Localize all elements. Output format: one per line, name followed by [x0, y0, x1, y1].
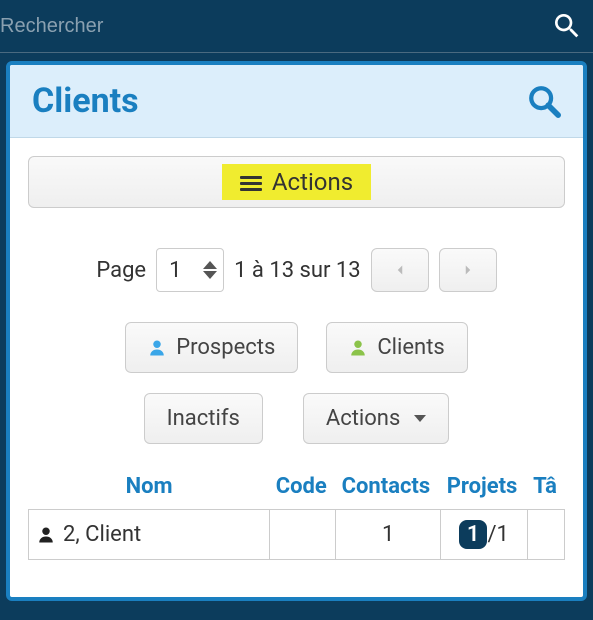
pagination-row: Page 1 1 à 13 sur 13 — [28, 248, 565, 292]
chevron-up-icon[interactable] — [203, 261, 217, 269]
caret-down-icon — [414, 415, 426, 422]
actions-dropdown-label: Actions — [326, 406, 400, 431]
next-page-button[interactable] — [439, 248, 497, 292]
hamburger-icon — [240, 173, 262, 191]
actions-bar-button[interactable]: Actions — [28, 156, 565, 208]
actions-bar-label: Actions — [272, 168, 353, 196]
page-range-text: 1 à 13 sur 13 — [234, 258, 361, 283]
page-value: 1 — [169, 258, 181, 283]
page-number-input[interactable]: 1 — [156, 248, 224, 292]
person-icon — [37, 526, 55, 544]
panel-title: Clients — [32, 81, 139, 121]
global-search-input[interactable] — [0, 15, 551, 38]
panel-body: Actions Page 1 1 à 13 sur 13 — [10, 138, 583, 578]
col-nom[interactable]: Nom — [29, 464, 270, 510]
clients-table: Nom Code Contacts Projets Tâ 2, Client — [28, 464, 565, 560]
search-icon[interactable] — [527, 84, 561, 118]
client-name: 2, Client — [63, 522, 141, 547]
prev-page-button[interactable] — [371, 248, 429, 292]
col-contacts[interactable]: Contacts — [336, 464, 441, 510]
inactifs-button[interactable]: Inactifs — [144, 393, 263, 444]
cell-code — [270, 510, 336, 560]
page-label: Page — [96, 258, 146, 283]
actions-highlight: Actions — [222, 164, 371, 200]
filter-row-1: Prospects Clients — [28, 322, 565, 373]
clients-button[interactable]: Clients — [326, 322, 467, 373]
projects-total: /1 — [487, 522, 508, 547]
clients-filter-label: Clients — [377, 335, 444, 360]
arrow-right-icon — [459, 261, 477, 279]
page-spinner — [203, 261, 217, 279]
cell-taches — [527, 510, 564, 560]
chevron-down-icon[interactable] — [203, 271, 217, 279]
prospects-label: Prospects — [176, 335, 275, 360]
prospects-button[interactable]: Prospects — [125, 322, 298, 373]
cell-projets: 1/1 — [441, 510, 527, 560]
filter-row-2: Inactifs Actions — [28, 393, 565, 444]
panel-header: Clients — [10, 65, 583, 138]
person-icon — [148, 338, 166, 358]
clients-panel: Clients Actions Page 1 1 à — [6, 61, 587, 601]
table-row[interactable]: 2, Client 1 1/1 — [29, 510, 565, 560]
person-icon — [349, 338, 367, 358]
col-code[interactable]: Code — [270, 464, 336, 510]
table-header-row: Nom Code Contacts Projets Tâ — [29, 464, 565, 510]
projects-active-badge: 1 — [459, 520, 488, 549]
col-taches[interactable]: Tâ — [527, 464, 564, 510]
top-search-bar — [0, 0, 593, 53]
cell-nom: 2, Client — [29, 510, 270, 560]
cell-contacts: 1 — [336, 510, 441, 560]
inactifs-label: Inactifs — [167, 406, 240, 431]
arrow-left-icon — [391, 261, 409, 279]
actions-dropdown-button[interactable]: Actions — [303, 393, 449, 444]
col-projets[interactable]: Projets — [441, 464, 527, 510]
search-icon[interactable] — [551, 10, 583, 42]
